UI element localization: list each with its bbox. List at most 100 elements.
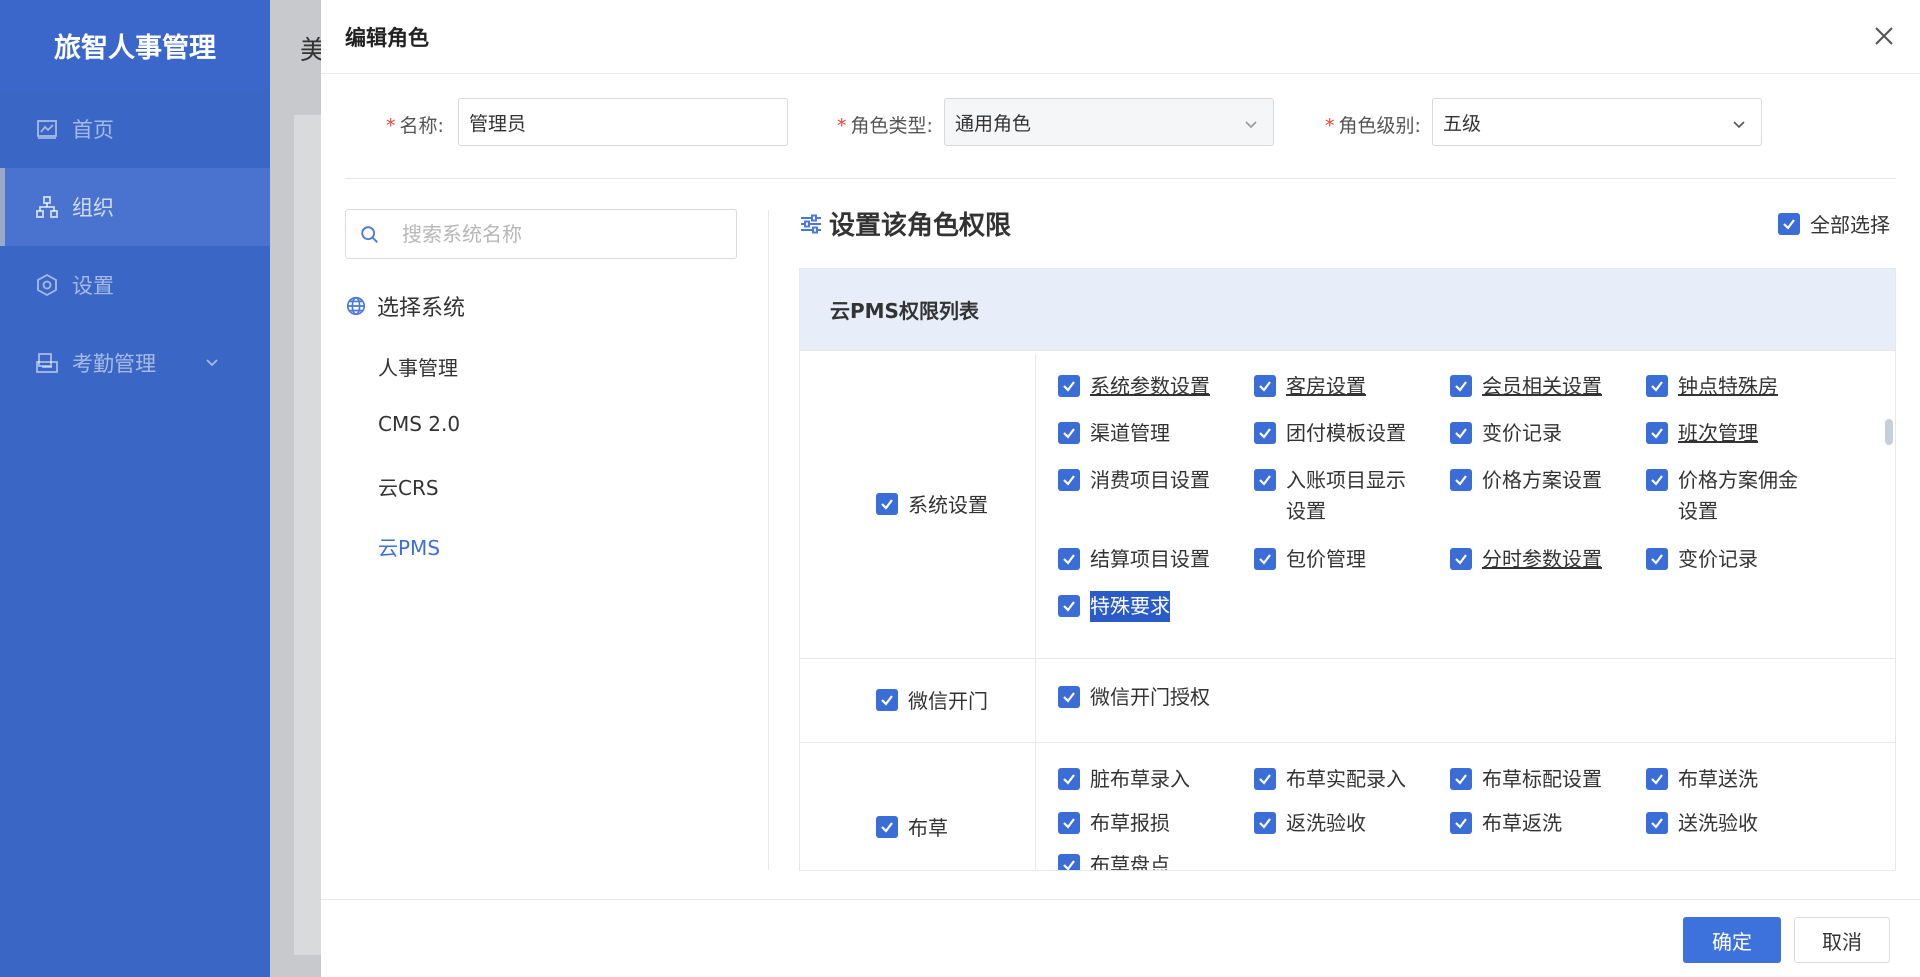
role-type-label: * 角色类型: bbox=[837, 115, 933, 137]
permission-item[interactable]: 布草实配录入 bbox=[1254, 764, 1406, 795]
permission-item[interactable]: 布草标配设置 bbox=[1450, 764, 1602, 795]
checkbox-checked-icon bbox=[1058, 375, 1080, 397]
permission-table: 云PMS权限列表 系统设置 系统参数设置 客房设置 会员相关设置 钟点特殊房 渠… bbox=[799, 268, 1896, 871]
checkbox-checked-icon bbox=[1646, 469, 1668, 491]
checkbox-checked-icon bbox=[1450, 375, 1472, 397]
name-label: * 名称: bbox=[386, 115, 444, 137]
checkbox-checked-icon bbox=[1058, 812, 1080, 834]
role-level-select[interactable]: 五级 bbox=[1432, 98, 1762, 146]
name-field[interactable]: 管理员 bbox=[458, 98, 788, 146]
permission-item[interactable]: 送洗验收 bbox=[1646, 808, 1758, 839]
sidebar: 旅智人事管理 首页 组织 设置 考勤管理 bbox=[0, 0, 270, 977]
system-item-cms[interactable]: CMS 2.0 bbox=[378, 412, 460, 436]
checkbox-checked-icon bbox=[1254, 812, 1276, 834]
permission-item[interactable]: 变价记录 bbox=[1646, 544, 1758, 575]
checkbox-checked-icon bbox=[1254, 548, 1276, 570]
globe-icon bbox=[346, 296, 366, 316]
permission-item[interactable]: 布草报损 bbox=[1058, 808, 1170, 839]
form-divider bbox=[345, 178, 1896, 179]
role-level-label: * 角色级别: bbox=[1325, 115, 1421, 137]
group-checkbox[interactable]: 布草 bbox=[876, 812, 948, 841]
group-checkbox[interactable]: 微信开门 bbox=[876, 685, 988, 714]
permission-item[interactable]: 会员相关设置 bbox=[1450, 371, 1602, 402]
checkbox-checked-icon bbox=[1254, 375, 1276, 397]
permission-item[interactable]: 渠道管理 bbox=[1058, 418, 1170, 449]
group-cell: 布草 bbox=[800, 743, 1036, 870]
panel-divider bbox=[768, 210, 769, 870]
permission-item[interactable]: 分时参数设置 bbox=[1450, 544, 1602, 575]
permission-item[interactable]: 微信开门授权 bbox=[1058, 682, 1210, 713]
confirm-button[interactable]: 确定 bbox=[1683, 917, 1781, 963]
checkbox-checked-icon bbox=[1450, 548, 1472, 570]
edit-role-drawer: 编辑角色 *名称: 管理员 *角色类型: 通用角色 *角色级别: 五级 选择系统… bbox=[321, 0, 1920, 977]
chart-icon bbox=[34, 116, 60, 142]
system-item-hr[interactable]: 人事管理 bbox=[378, 352, 458, 381]
role-form: * 名称: 管理员 * 角色类型: 通用角色 * 角色级别: 五级 bbox=[321, 98, 1920, 148]
group-checkbox[interactable]: 系统设置 bbox=[876, 489, 988, 518]
permission-item[interactable]: 消费项目设置 bbox=[1058, 465, 1210, 496]
checkbox-checked-icon bbox=[1254, 422, 1276, 444]
brand-title: 旅智人事管理 bbox=[0, 0, 270, 90]
checkbox-checked-icon bbox=[876, 688, 898, 711]
checkbox-checked-icon bbox=[1450, 469, 1472, 491]
permission-table-title: 云PMS权限列表 bbox=[800, 269, 1895, 351]
chevron-down-icon bbox=[206, 359, 218, 367]
sidebar-item-attendance[interactable]: 考勤管理 bbox=[0, 324, 270, 402]
permission-item[interactable]: 包价管理 bbox=[1254, 544, 1366, 575]
checkbox-checked-icon bbox=[1778, 212, 1800, 235]
settings-icon bbox=[34, 272, 60, 298]
permission-item[interactable]: 特殊要求 bbox=[1058, 591, 1170, 622]
permission-item[interactable]: 价格方案佣金设置 bbox=[1646, 465, 1816, 527]
checkbox-checked-icon bbox=[1450, 768, 1472, 790]
permission-item[interactable]: 系统参数设置 bbox=[1058, 371, 1210, 402]
checkbox-checked-icon bbox=[1058, 686, 1080, 708]
checkbox-checked-icon bbox=[1646, 422, 1668, 444]
checkbox-checked-icon bbox=[1450, 812, 1472, 834]
permission-item[interactable]: 返洗验收 bbox=[1254, 808, 1366, 839]
checkbox-checked-icon bbox=[1058, 595, 1080, 617]
close-icon[interactable] bbox=[1872, 24, 1896, 48]
checkbox-checked-icon bbox=[876, 815, 898, 838]
sidebar-item-settings[interactable]: 设置 bbox=[0, 246, 270, 324]
search-input[interactable] bbox=[402, 210, 722, 258]
sliders-icon bbox=[801, 214, 821, 233]
cancel-button[interactable]: 取消 bbox=[1794, 917, 1890, 963]
checkbox-checked-icon bbox=[1254, 768, 1276, 790]
checkbox-checked-icon bbox=[1058, 469, 1080, 491]
drawer-title: 编辑角色 bbox=[345, 25, 429, 50]
permission-item[interactable]: 班次管理 bbox=[1646, 418, 1758, 449]
permission-item[interactable]: 脏布草录入 bbox=[1058, 764, 1190, 795]
permission-item[interactable]: 结算项目设置 bbox=[1058, 544, 1210, 575]
sidebar-item-home[interactable]: 首页 bbox=[0, 90, 270, 168]
permission-item[interactable]: 布草返洗 bbox=[1450, 808, 1562, 839]
system-heading: 选择系统 bbox=[345, 290, 465, 322]
permission-item[interactable]: 客房设置 bbox=[1254, 371, 1366, 402]
attendance-icon bbox=[34, 350, 60, 376]
search-icon bbox=[361, 226, 378, 243]
permission-item[interactable]: 价格方案设置 bbox=[1450, 465, 1602, 496]
scrollbar-thumb[interactable] bbox=[1885, 419, 1893, 445]
sidebar-item-label: 考勤管理 bbox=[72, 352, 156, 376]
group-cell: 系统设置 bbox=[800, 354, 1036, 658]
role-type-select[interactable]: 通用角色 bbox=[944, 98, 1274, 146]
checkbox-checked-icon bbox=[1646, 768, 1668, 790]
permission-item[interactable]: 布草送洗 bbox=[1646, 764, 1758, 795]
permission-item[interactable]: 入账项目显示设置 bbox=[1254, 465, 1424, 527]
permission-item[interactable]: 团付模板设置 bbox=[1254, 418, 1406, 449]
permission-item[interactable]: 变价记录 bbox=[1450, 418, 1562, 449]
org-icon bbox=[34, 194, 60, 220]
system-item-pms[interactable]: 云PMS bbox=[378, 532, 440, 561]
checkbox-checked-icon bbox=[1058, 854, 1080, 870]
checkbox-checked-icon bbox=[1058, 422, 1080, 444]
drawer-footer: 确定 取消 bbox=[321, 899, 1920, 977]
select-all-checkbox[interactable]: 全部选择 bbox=[1778, 209, 1890, 238]
sidebar-item-label: 设置 bbox=[72, 274, 114, 298]
permission-group-linen: 布草 脏布草录入 布草实配录入 布草标配设置 布草送洗 布草报损 返洗验收 布草… bbox=[800, 743, 1895, 870]
checkbox-checked-icon bbox=[876, 492, 898, 515]
permission-item[interactable]: 钟点特殊房 bbox=[1646, 371, 1778, 402]
sidebar-item-org[interactable]: 组织 bbox=[0, 168, 270, 246]
permission-item[interactable]: 布草盘点 bbox=[1058, 850, 1170, 870]
chevron-down-icon bbox=[1245, 121, 1257, 129]
checkbox-checked-icon bbox=[1646, 375, 1668, 397]
system-item-crs[interactable]: 云CRS bbox=[378, 472, 439, 501]
